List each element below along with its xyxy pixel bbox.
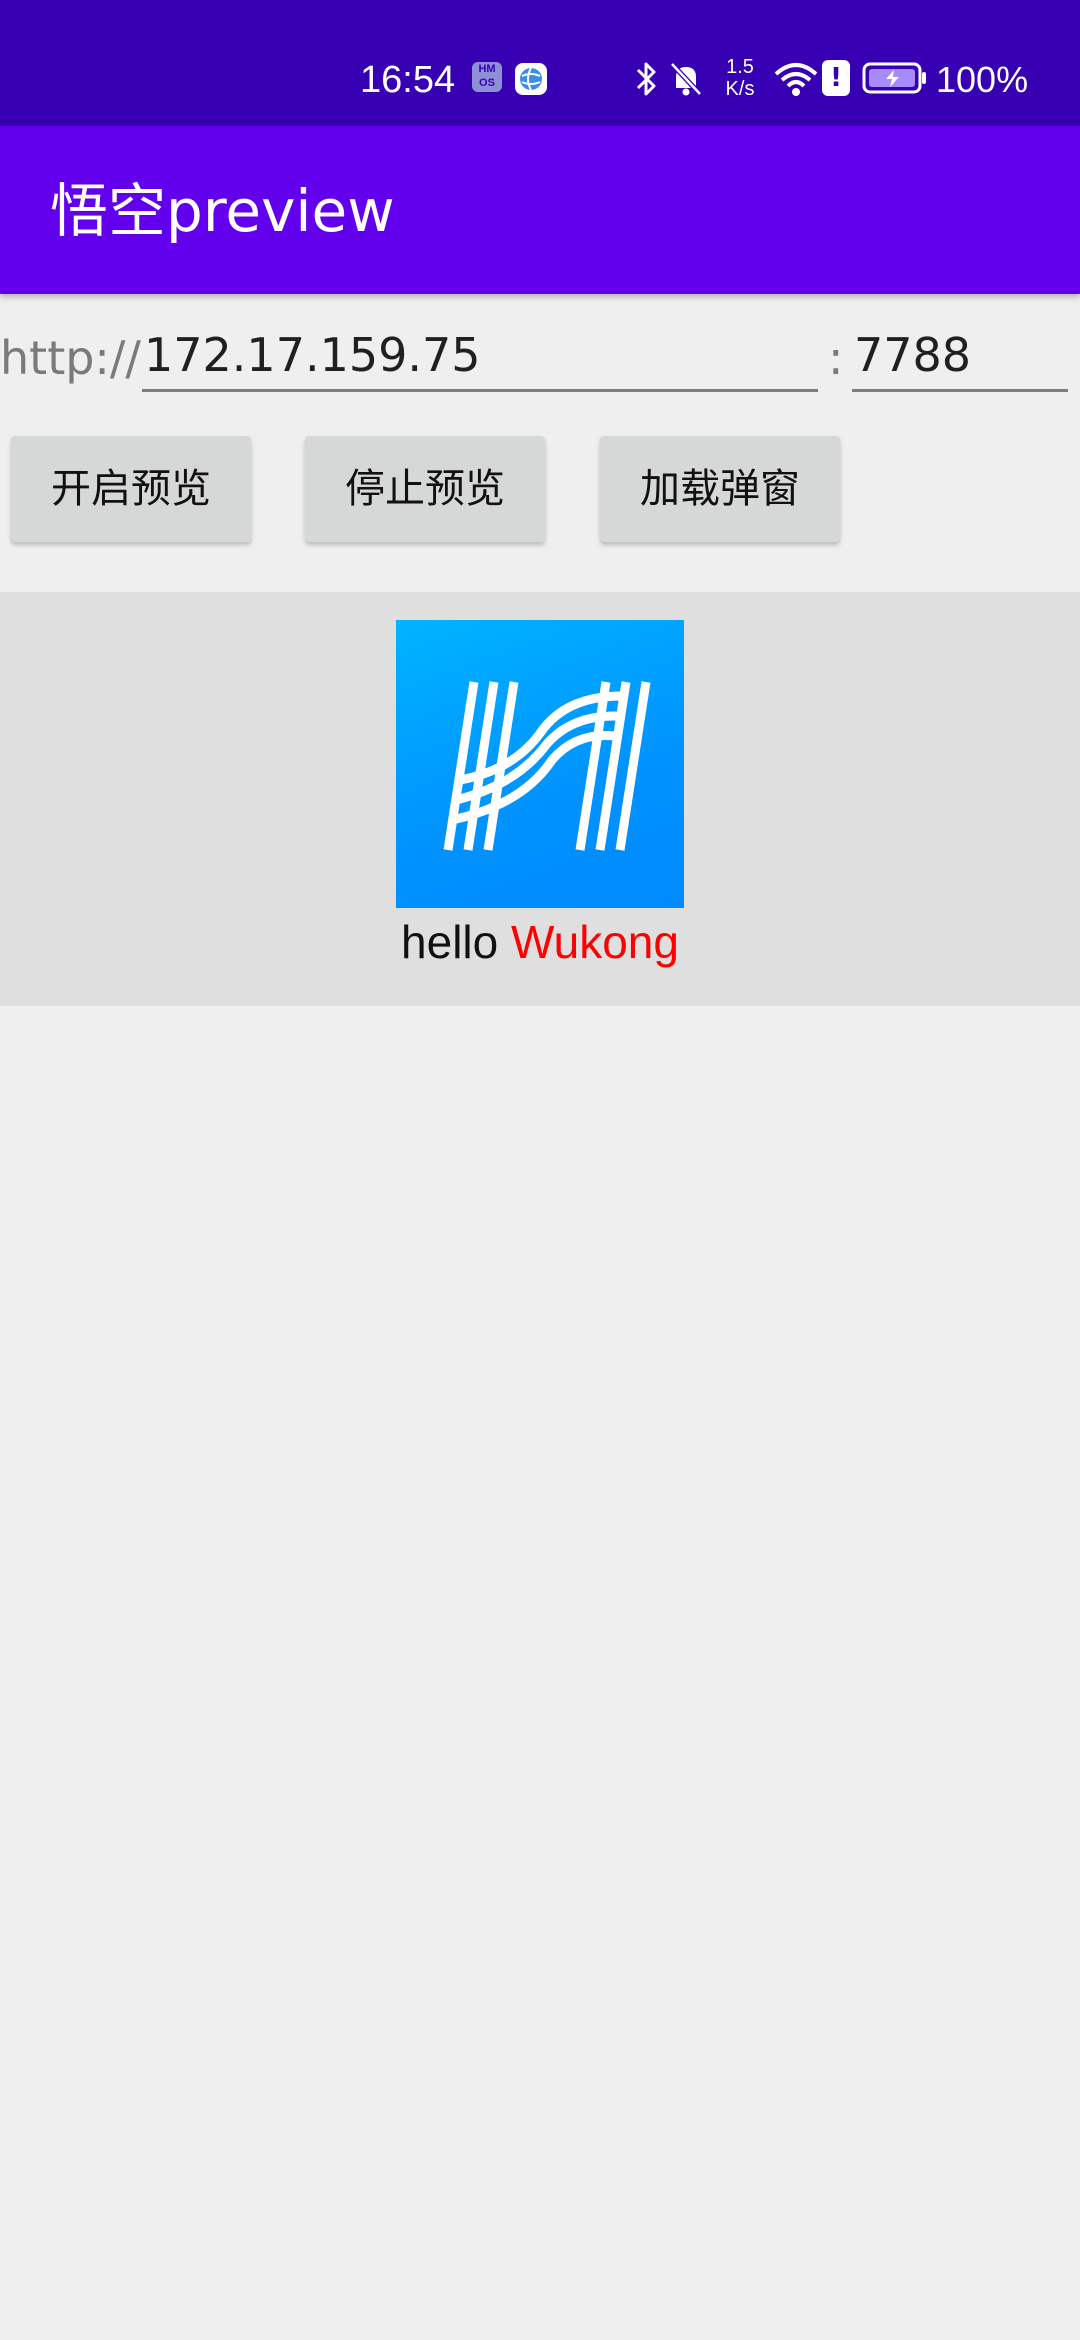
status-time: 16:54 [360,59,456,101]
port-separator: : [828,331,844,385]
globe-app-icon [514,62,548,96]
battery-percent: 100% [936,59,1029,100]
alert-icon: ! [822,60,850,96]
app-bar: 悟空preview [0,126,1080,294]
network-speed-unit: K/s [725,78,755,100]
wifi-icon [774,60,818,98]
stop-preview-button[interactable]: 停止预览 [305,436,545,542]
bluetooth-icon [632,60,660,98]
hello-greeting: hello Wukong [0,914,1080,970]
hello-word: hello [401,916,499,968]
bell-muted-icon [668,60,704,98]
network-speed-value: 1.5 [726,56,754,78]
url-scheme-label: http:// [0,331,141,385]
wukong-word: Wukong [511,916,679,968]
load-dialog-button[interactable]: 加载弹窗 [600,436,840,542]
h-logo-icon [396,620,684,908]
port-input[interactable] [852,320,1068,392]
preview-panel: hello Wukong [0,592,1080,1006]
start-preview-button[interactable]: 开启预览 [11,436,251,542]
hmos-icon: HM OS [472,62,502,92]
network-speed: 1.5 K/s [720,56,760,100]
ip-address-input[interactable] [142,320,818,392]
battery-charging-icon [862,60,928,96]
app-title: 悟空preview [50,177,395,245]
status-bar: 16:54 HM OS 1.5 K/s ! 100% [0,0,1080,126]
